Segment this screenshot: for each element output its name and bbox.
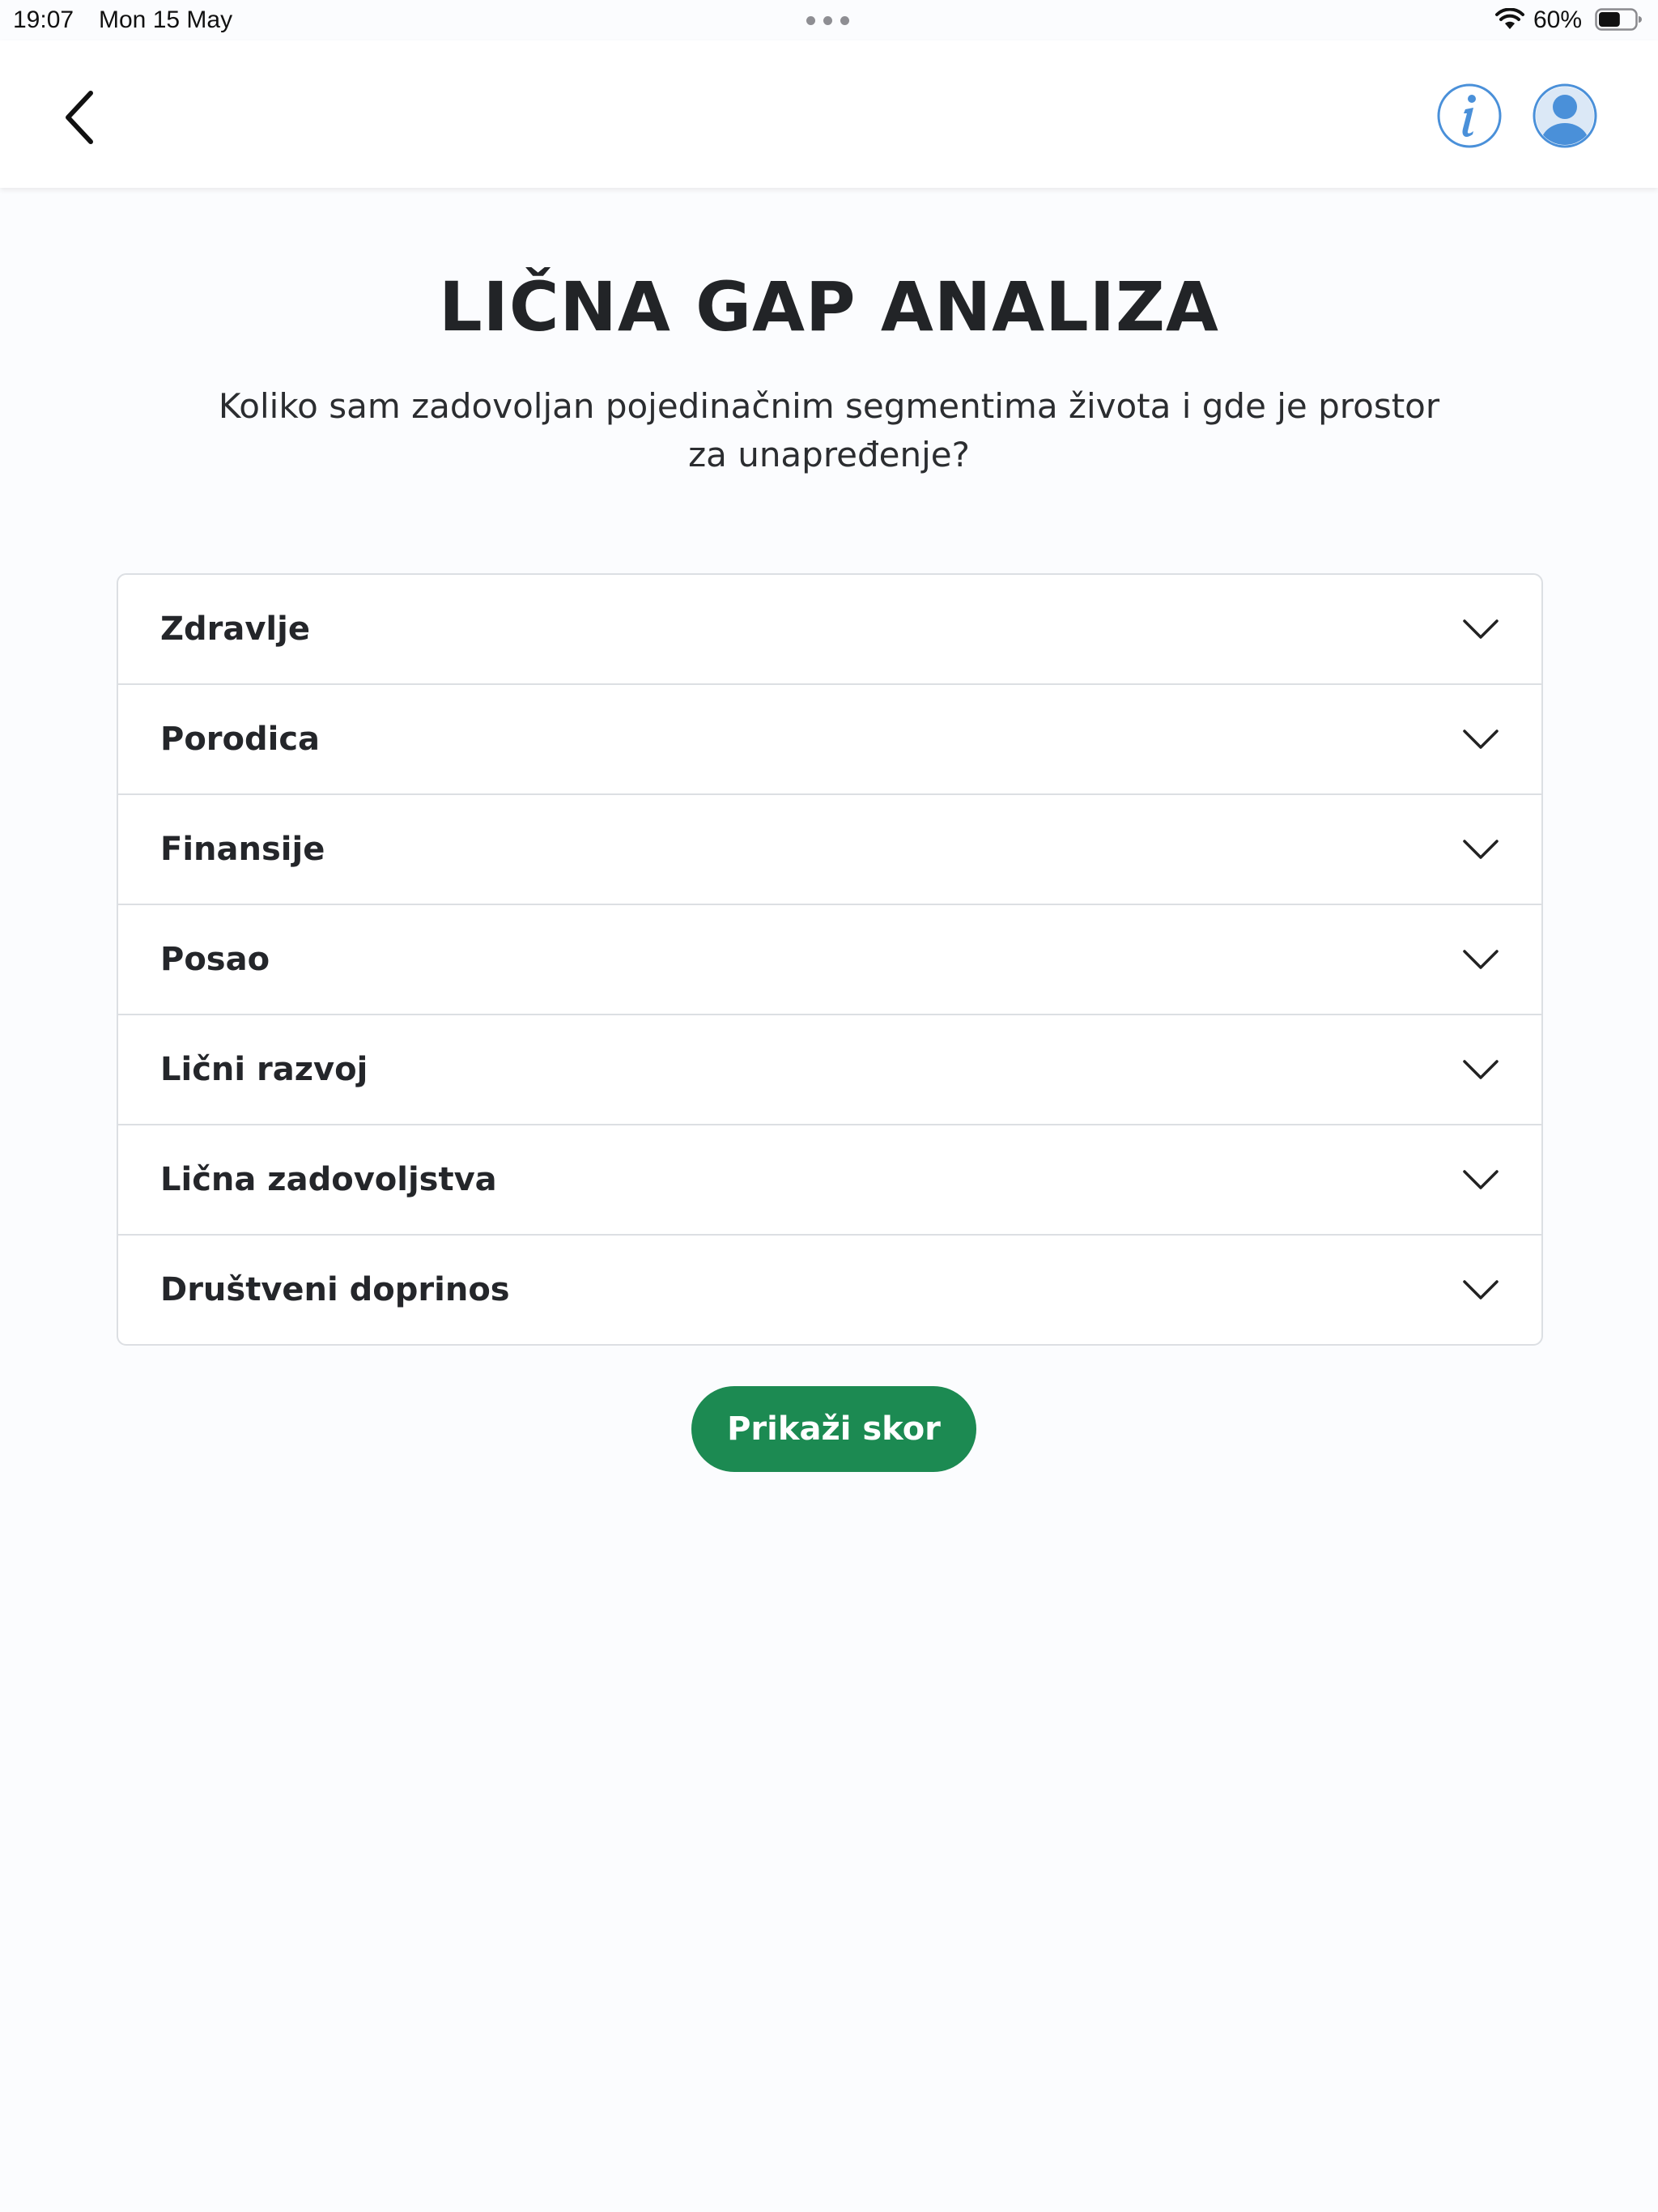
- accordion-item-label: Finansije: [160, 831, 325, 868]
- chevron-down-icon: [1463, 1280, 1499, 1300]
- life-segments-accordion: Zdravlje Porodica Finansije Posao Lični …: [117, 573, 1543, 1346]
- accordion-item-zdravlje[interactable]: Zdravlje: [118, 575, 1541, 685]
- info-icon[interactable]: [1436, 83, 1503, 149]
- chevron-down-icon: [1463, 950, 1499, 969]
- accordion-item-label: Lična zadovoljstva: [160, 1161, 497, 1198]
- page-subtitle: Koliko sam zadovoljan pojedinačnim segme…: [218, 386, 1440, 474]
- user-avatar-icon[interactable]: [1532, 83, 1598, 149]
- accordion-item-porodica[interactable]: Porodica: [118, 685, 1541, 795]
- status-bar: 19:07 Mon 15 May 60%: [0, 0, 1658, 40]
- show-score-button[interactable]: Prikaži skor: [691, 1386, 976, 1472]
- wifi-icon: [1495, 8, 1524, 29]
- chevron-down-icon: [1463, 730, 1499, 749]
- multitasking-dots-icon[interactable]: [806, 16, 849, 25]
- accordion-item-label: Posao: [160, 941, 270, 978]
- top-navigation-bar: [0, 40, 1658, 188]
- status-time: 19:07: [13, 6, 74, 33]
- battery-percent: 60%: [1533, 6, 1583, 33]
- chevron-down-icon: [1463, 1170, 1499, 1189]
- accordion-item-licna-zadovoljstva[interactable]: Lična zadovoljstva: [118, 1125, 1541, 1236]
- accordion-item-drustveni-doprinos[interactable]: Društveni doprinos: [118, 1236, 1541, 1344]
- accordion-item-label: Porodica: [160, 721, 321, 758]
- accordion-item-finansije[interactable]: Finansije: [118, 795, 1541, 905]
- chevron-down-icon: [1463, 840, 1499, 859]
- accordion-item-label: Zdravlje: [160, 610, 310, 648]
- accordion-item-label: Lični razvoj: [160, 1051, 368, 1088]
- accordion-item-licni-razvoj[interactable]: Lični razvoj: [118, 1015, 1541, 1125]
- accordion-item-label: Društveni doprinos: [160, 1271, 510, 1308]
- back-chevron-icon[interactable]: [58, 85, 107, 150]
- status-date: Mon 15 May: [99, 6, 233, 33]
- battery-icon: [1595, 8, 1642, 31]
- accordion-item-posao[interactable]: Posao: [118, 905, 1541, 1015]
- chevron-down-icon: [1463, 1060, 1499, 1079]
- page-title: LIČNA GAP ANALIZA: [439, 267, 1219, 347]
- chevron-down-icon: [1463, 619, 1499, 639]
